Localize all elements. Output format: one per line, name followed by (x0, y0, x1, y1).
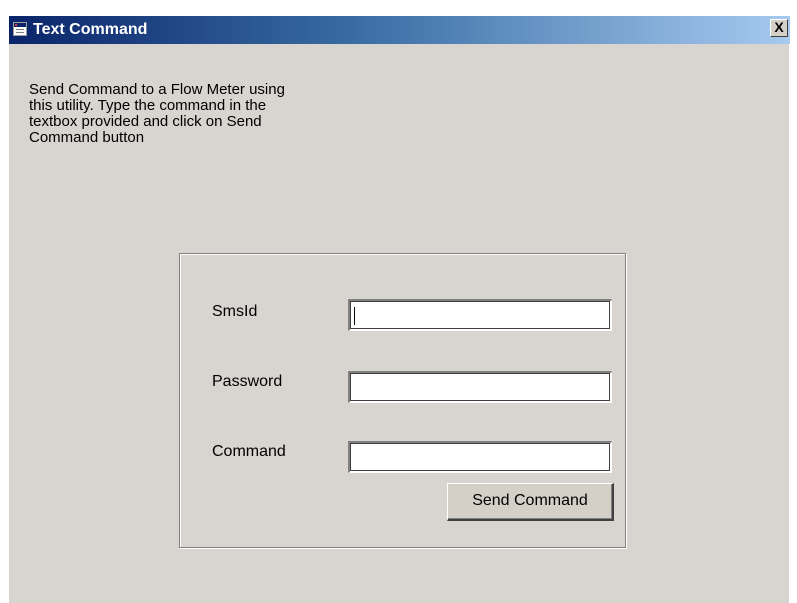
text-command-window: Text Command X Send Command to a Flow Me… (8, 16, 790, 603)
close-button[interactable]: X (770, 19, 788, 37)
close-icon: X (774, 19, 784, 35)
command-label: Command (212, 443, 286, 460)
window-title: Text Command (33, 21, 148, 38)
text-caret (354, 307, 355, 325)
command-input[interactable] (348, 441, 612, 473)
send-command-button[interactable]: Send Command (447, 483, 614, 521)
application-window-icon (13, 22, 27, 36)
password-input[interactable] (348, 371, 612, 403)
instructions-text: Send Command to a Flow Meter using this … (29, 81, 285, 146)
title-bar[interactable]: Text Command X (9, 16, 790, 44)
password-label: Password (212, 373, 283, 390)
smsid-label: SmsId (212, 303, 258, 320)
smsid-input[interactable] (348, 299, 612, 331)
command-form-group: SmsId Password Command Send Command (179, 253, 626, 548)
